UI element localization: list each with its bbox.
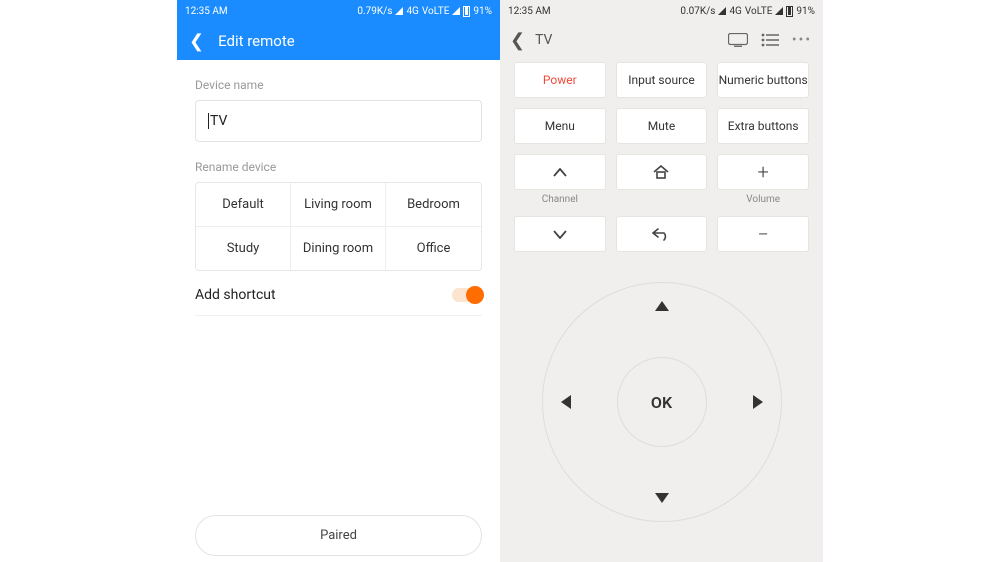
header-title: TV: [535, 32, 717, 48]
rename-device-label: Rename device: [195, 160, 482, 174]
edit-remote-screen: 12:35 AM 0.79K/s 4G VoLTE 91% ❮ Edit rem…: [177, 0, 500, 562]
volume-label: Volume: [746, 194, 780, 212]
dpad-down-button[interactable]: [655, 493, 669, 503]
dpad-right-button[interactable]: [753, 395, 763, 409]
status-bar: 12:35 AM 0.07K/s 4G VoLTE 91%: [500, 0, 823, 22]
device-name-input[interactable]: TV: [195, 100, 482, 142]
rename-option-study[interactable]: Study: [196, 227, 291, 270]
volume-up-button[interactable]: +: [717, 154, 809, 190]
header: ❮ Edit remote: [177, 22, 500, 60]
header-title: Edit remote: [218, 32, 295, 50]
remote-screen: 12:35 AM 0.07K/s 4G VoLTE 91% ❮ TV: [500, 0, 823, 562]
back-icon[interactable]: ❮: [189, 31, 204, 52]
status-netspeed: 0.79K/s: [357, 6, 392, 17]
signal-icon: [718, 7, 726, 15]
home-back-controls: [616, 154, 708, 252]
add-shortcut-toggle[interactable]: [452, 288, 482, 302]
volume-controls: + Volume −: [717, 154, 809, 252]
status-netspeed: 0.07K/s: [680, 6, 715, 17]
channel-up-button[interactable]: [514, 154, 606, 190]
rename-option-default[interactable]: Default: [196, 183, 291, 227]
dpad-up-button[interactable]: [655, 301, 669, 311]
list-icon[interactable]: [759, 33, 781, 47]
status-volte: VoLTE: [745, 6, 773, 17]
volume-down-button[interactable]: −: [717, 216, 809, 252]
battery-icon: [463, 6, 470, 17]
home-button[interactable]: [616, 154, 708, 190]
paired-label: Paired: [320, 528, 357, 543]
channel-controls: Channel: [514, 154, 606, 252]
rename-option-dining-room[interactable]: Dining room: [291, 227, 386, 270]
channel-label: Channel: [542, 194, 578, 212]
rename-option-bedroom[interactable]: Bedroom: [386, 183, 481, 227]
status-battery: 91%: [473, 6, 492, 17]
header: ❮ TV •••: [500, 22, 823, 58]
numeric-buttons-button[interactable]: Numeric buttons: [717, 62, 809, 98]
battery-icon: [786, 6, 793, 17]
more-icon[interactable]: •••: [791, 32, 813, 48]
status-4g: 4G: [729, 6, 741, 17]
status-time: 12:35 AM: [508, 6, 551, 17]
channel-down-button[interactable]: [514, 216, 606, 252]
dpad: OK: [542, 282, 782, 522]
extra-buttons-button[interactable]: Extra buttons: [717, 108, 809, 144]
signal-icon: [452, 7, 460, 15]
rename-device-grid: Default Living room Bedroom Study Dining…: [195, 182, 482, 271]
dpad-ok-button[interactable]: OK: [617, 357, 707, 447]
input-source-button[interactable]: Input source: [616, 62, 708, 98]
status-bar: 12:35 AM 0.79K/s 4G VoLTE 91%: [177, 0, 500, 22]
menu-button[interactable]: Menu: [514, 108, 606, 144]
back-icon[interactable]: ❮: [510, 30, 525, 51]
status-time: 12:35 AM: [185, 6, 228, 17]
status-4g: 4G: [406, 6, 418, 17]
back-button[interactable]: [616, 216, 708, 252]
status-battery: 91%: [796, 6, 815, 17]
device-name-value: TV: [208, 113, 227, 129]
add-shortcut-row: Add shortcut: [195, 271, 482, 316]
status-volte: VoLTE: [422, 6, 450, 17]
add-shortcut-label: Add shortcut: [195, 287, 276, 303]
mute-button[interactable]: Mute: [616, 108, 708, 144]
rename-option-office[interactable]: Office: [386, 227, 481, 270]
dpad-ok-label: OK: [651, 393, 672, 412]
signal-icon: [395, 7, 403, 15]
rename-option-living-room[interactable]: Living room: [291, 183, 386, 227]
dpad-left-button[interactable]: [561, 395, 571, 409]
signal-icon: [775, 7, 783, 15]
device-name-label: Device name: [195, 78, 482, 92]
remote-button-grid: Power Input source Numeric buttons Menu …: [500, 58, 823, 144]
paired-button[interactable]: Paired: [195, 515, 482, 556]
power-button[interactable]: Power: [514, 62, 606, 98]
keyboard-icon[interactable]: [727, 33, 749, 47]
